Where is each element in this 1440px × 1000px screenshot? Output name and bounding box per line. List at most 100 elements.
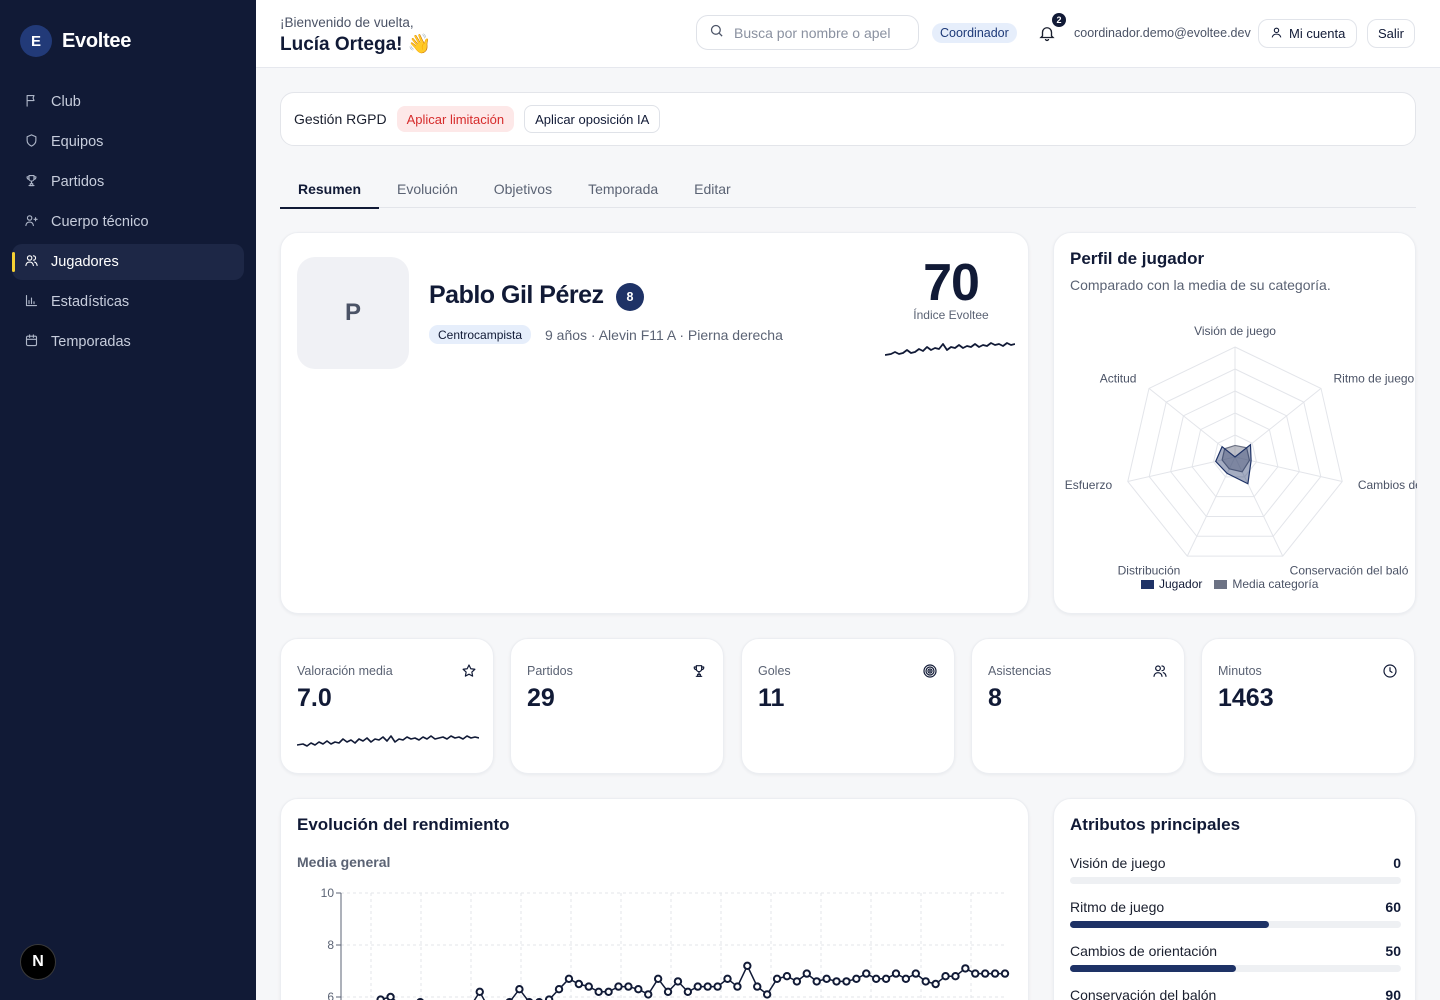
radar-axis-label: Visión de juego xyxy=(1194,324,1276,338)
sidebar-item-label: Cuerpo técnico xyxy=(51,214,149,230)
apply-ai-opposition-button[interactable]: Aplicar oposición IA xyxy=(524,105,661,133)
sidebar-item-club[interactable]: Club xyxy=(12,84,244,120)
stat-value: 8 xyxy=(988,684,1002,712)
search-box[interactable] xyxy=(696,15,919,50)
y-axis-tick-label: 6 xyxy=(327,990,334,1000)
y-axis-tick-label: 8 xyxy=(327,938,334,952)
data-point[interactable] xyxy=(743,961,752,971)
data-point[interactable] xyxy=(921,977,930,986)
radar-axis-label: Actitud xyxy=(1100,371,1137,385)
stat-card: Valoración media 7.0 xyxy=(280,638,494,774)
notification-count-badge: 2 xyxy=(1052,13,1066,27)
tab-editar[interactable]: Editar xyxy=(676,170,749,208)
next-logo-icon[interactable]: N xyxy=(20,944,56,980)
stat-value: 29 xyxy=(527,684,555,712)
stat-label: Partidos xyxy=(527,664,573,678)
data-point[interactable] xyxy=(901,974,911,984)
data-point[interactable] xyxy=(862,969,871,978)
data-point[interactable] xyxy=(842,977,851,986)
data-point[interactable] xyxy=(554,985,564,994)
data-point[interactable] xyxy=(971,969,980,978)
attribute-bar-track xyxy=(1070,921,1401,928)
user-icon xyxy=(1270,26,1283,42)
data-point[interactable] xyxy=(594,987,603,997)
data-point[interactable] xyxy=(604,987,613,997)
tab-evolución[interactable]: Evolución xyxy=(379,170,476,208)
data-point[interactable] xyxy=(891,969,901,978)
data-point[interactable] xyxy=(386,992,395,1000)
sidebar-item-cuerpo-técnico[interactable]: Cuerpo técnico xyxy=(12,204,244,240)
sidebar-item-partidos[interactable]: Partidos xyxy=(12,164,244,200)
data-point[interactable] xyxy=(703,982,712,991)
data-point[interactable] xyxy=(871,974,881,984)
data-point[interactable] xyxy=(762,990,772,999)
data-point[interactable] xyxy=(792,977,802,986)
data-point[interactable] xyxy=(931,979,940,989)
data-point[interactable] xyxy=(802,969,811,978)
data-point[interactable] xyxy=(812,977,821,986)
player-meta: 9 años · Alevin F11 A · Pierna derecha xyxy=(545,327,783,343)
data-point[interactable] xyxy=(584,982,593,991)
data-point[interactable] xyxy=(832,977,841,986)
data-point[interactable] xyxy=(1000,969,1010,978)
attribute-value: 90 xyxy=(1385,987,1401,1000)
sidebar-item-label: Estadísticas xyxy=(51,294,130,310)
data-point[interactable] xyxy=(822,974,831,984)
tab-objetivos[interactable]: Objetivos xyxy=(476,170,570,208)
data-point[interactable] xyxy=(753,982,762,991)
legend-player-label: Jugador xyxy=(1159,577,1203,591)
data-point[interactable] xyxy=(911,969,921,978)
account-button[interactable]: Mi cuenta xyxy=(1258,19,1358,48)
data-point[interactable] xyxy=(723,974,732,984)
data-point[interactable] xyxy=(881,974,891,984)
data-point[interactable] xyxy=(614,982,623,991)
data-point[interactable] xyxy=(564,974,574,984)
sidebar-item-label: Club xyxy=(51,94,81,110)
data-point[interactable] xyxy=(624,982,633,991)
data-point[interactable] xyxy=(663,987,673,997)
data-point[interactable] xyxy=(544,995,554,1000)
data-point[interactable] xyxy=(951,972,960,981)
data-point[interactable] xyxy=(653,974,663,984)
trophy-icon xyxy=(691,663,707,679)
data-point[interactable] xyxy=(961,964,970,973)
data-point[interactable] xyxy=(713,982,722,991)
bell-icon[interactable] xyxy=(1038,24,1056,42)
data-point[interactable] xyxy=(693,982,702,991)
data-point[interactable] xyxy=(852,974,861,984)
logout-button[interactable]: Salir xyxy=(1367,19,1416,48)
tab-resumen[interactable]: Resumen xyxy=(280,170,380,209)
data-point[interactable] xyxy=(634,985,643,994)
data-point[interactable] xyxy=(644,990,653,999)
stat-label: Minutos xyxy=(1218,664,1262,678)
sidebar-item-jugadores[interactable]: Jugadores xyxy=(12,244,244,280)
radar-chart: Visión de juego Ritmo de juego Cambios de C… xyxy=(1065,324,1417,578)
data-point[interactable] xyxy=(772,974,782,984)
sidebar-item-temporadas[interactable]: Temporadas xyxy=(12,324,244,360)
tab-temporada[interactable]: Temporada xyxy=(570,170,676,208)
data-point[interactable] xyxy=(475,987,484,997)
sidebar-item-equipos[interactable]: Equipos xyxy=(12,124,244,160)
radar-axis-label: Ritmo de juego xyxy=(1334,371,1415,385)
data-point[interactable] xyxy=(990,969,1000,978)
data-point[interactable] xyxy=(376,995,385,1000)
data-point[interactable] xyxy=(515,985,524,994)
data-point[interactable] xyxy=(733,982,742,991)
brand[interactable]: E Evoltee xyxy=(20,25,131,57)
sidebar-item-estadísticas[interactable]: Estadísticas xyxy=(12,284,244,320)
data-point[interactable] xyxy=(574,979,584,989)
data-point[interactable] xyxy=(683,987,693,997)
player-name: Pablo Gil Pérez xyxy=(429,281,604,309)
data-point[interactable] xyxy=(941,972,950,981)
legend-player-swatch xyxy=(1141,579,1154,589)
stat-card: Minutos 1463 xyxy=(1201,638,1415,774)
shield-icon xyxy=(24,133,39,152)
calendar-icon xyxy=(24,333,39,352)
trophy-icon xyxy=(24,173,39,192)
search-input[interactable] xyxy=(734,24,894,41)
apply-limitation-button[interactable]: Aplicar limitación xyxy=(396,106,515,132)
data-point[interactable] xyxy=(673,977,683,986)
data-point[interactable] xyxy=(980,969,990,978)
data-point[interactable] xyxy=(782,972,792,981)
attribute-bar-fill xyxy=(1070,921,1269,928)
